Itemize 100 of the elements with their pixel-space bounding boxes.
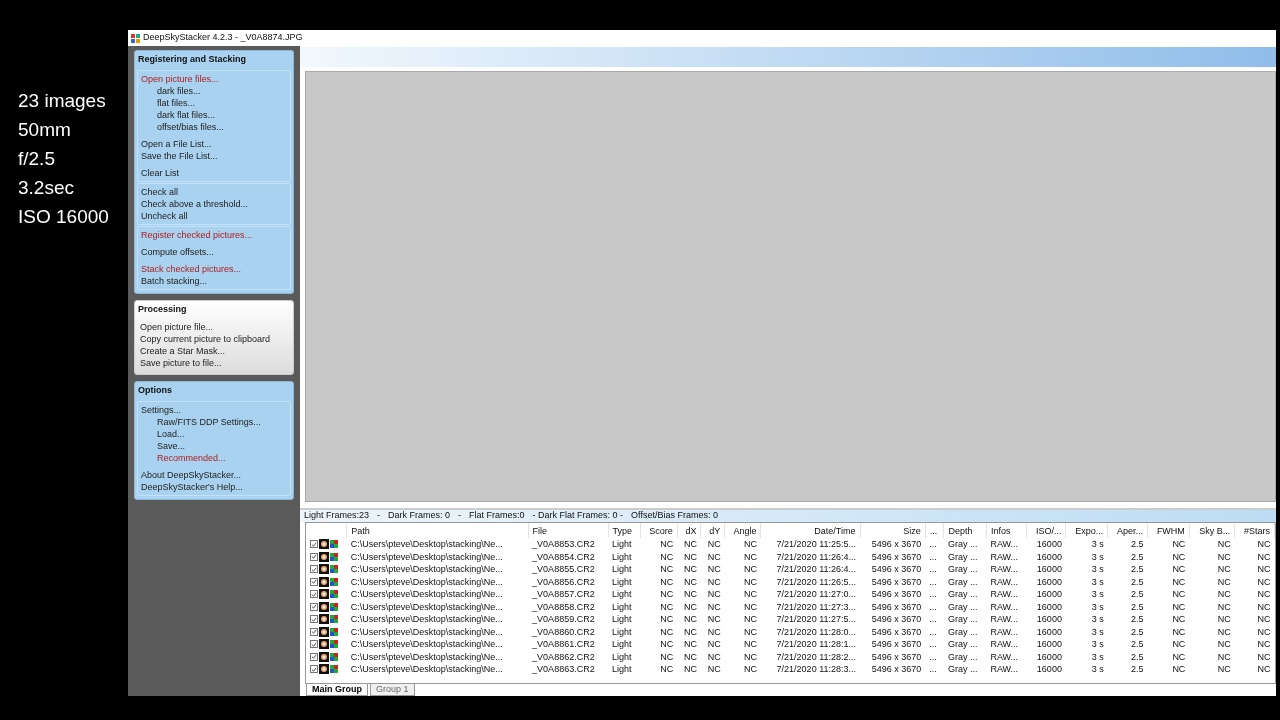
menu-link[interactable]: Save the File List... bbox=[141, 149, 218, 162]
group-tab[interactable]: Main Group bbox=[306, 684, 368, 696]
row-checkbox[interactable] bbox=[310, 640, 318, 649]
table-cell-text: 5496 x 3670 bbox=[870, 563, 923, 576]
column-header[interactable]: Infos bbox=[986, 523, 1027, 538]
star-thumbnail-icon bbox=[319, 614, 329, 625]
table-cell-text: 3 s bbox=[1090, 575, 1105, 588]
menu-link[interactable]: Raw/FITS DDP Settings... bbox=[157, 415, 261, 428]
column-header[interactable]: File bbox=[528, 523, 608, 538]
column-header[interactable]: dX bbox=[677, 523, 701, 538]
row-checkbox[interactable] bbox=[310, 652, 318, 661]
menu-link[interactable]: Register checked pictures... bbox=[141, 228, 253, 241]
row-checkbox[interactable] bbox=[310, 540, 318, 549]
table-cell-text: 2.5 bbox=[1129, 638, 1145, 651]
menu-link[interactable]: Open picture files... bbox=[141, 72, 219, 85]
menu-link[interactable]: offset/bias files... bbox=[157, 120, 224, 133]
menu-link[interactable]: Load... bbox=[157, 427, 185, 440]
column-header[interactable]: ... bbox=[925, 523, 944, 538]
menu-link[interactable]: Open picture file... bbox=[140, 321, 214, 333]
row-checkbox[interactable] bbox=[310, 665, 318, 674]
panel-title: Options bbox=[137, 384, 173, 397]
row-checkbox[interactable] bbox=[310, 615, 318, 624]
column-header[interactable]: #Stars bbox=[1234, 523, 1275, 538]
column-header[interactable]: Expo... bbox=[1065, 523, 1108, 538]
menu-link[interactable]: Copy current picture to clipboard bbox=[140, 333, 271, 345]
menu-link[interactable]: Clear List bbox=[141, 166, 179, 179]
menu-link[interactable]: About DeepSkyStacker... bbox=[141, 468, 242, 481]
menu-link[interactable]: Batch stacking... bbox=[141, 274, 208, 287]
menu-link[interactable]: dark flat files... bbox=[157, 108, 216, 121]
table-cell-text: NC bbox=[706, 625, 722, 638]
menu-link[interactable]: DeepSkyStacker's Help... bbox=[141, 480, 243, 493]
table-cell-text: Light bbox=[611, 575, 633, 588]
column-header[interactable]: ISO/... bbox=[1026, 523, 1066, 538]
column-header[interactable]: Sky B... bbox=[1189, 523, 1235, 538]
column-header[interactable]: Score bbox=[640, 523, 678, 538]
column-header[interactable]: Type bbox=[608, 523, 641, 538]
table-cell-text: NC bbox=[706, 663, 722, 676]
table-cell-text: Gray ... bbox=[946, 550, 979, 563]
column-header[interactable]: Aper... bbox=[1107, 523, 1148, 538]
color-blocks-icon bbox=[330, 615, 338, 624]
row-checkbox[interactable] bbox=[310, 602, 318, 611]
row-checkbox[interactable] bbox=[310, 552, 318, 561]
menu-link[interactable]: Stack checked pictures... bbox=[141, 262, 242, 275]
star-thumbnail-icon bbox=[319, 626, 329, 637]
menu-link[interactable]: Check all bbox=[141, 185, 178, 198]
table-cell-text: NC bbox=[743, 638, 758, 651]
table-cell: NC bbox=[1234, 538, 1275, 551]
table-cell-text: Light bbox=[611, 663, 633, 676]
table-cell-text: NC bbox=[706, 550, 722, 563]
color-blocks-icon bbox=[330, 552, 338, 561]
row-checkbox[interactable] bbox=[310, 590, 318, 599]
menu-link[interactable]: Settings... bbox=[141, 403, 182, 416]
status-text: Light Frames:23 bbox=[304, 509, 370, 523]
table-cell-text: NC bbox=[659, 663, 675, 676]
table-cell-text: C:\Users\pteve\Desktop\stacking\Ne... bbox=[349, 563, 504, 576]
table-cell: NC bbox=[724, 538, 761, 551]
table-cell: 16000 bbox=[1026, 538, 1066, 551]
group-tab[interactable]: Group 1 bbox=[370, 684, 415, 696]
row-checkbox[interactable] bbox=[310, 627, 318, 636]
table-cell-text: 2.5 bbox=[1129, 613, 1145, 626]
table-cell-text: Light bbox=[611, 563, 633, 576]
column-header[interactable]: Angle bbox=[724, 523, 761, 538]
column-header[interactable]: FWHM bbox=[1147, 523, 1190, 538]
table-cell-text: 7/21/2020 11:27:3... bbox=[775, 600, 857, 613]
column-header[interactable]: dY bbox=[700, 523, 725, 538]
table-cell: NC bbox=[700, 538, 725, 551]
menu-link[interactable]: Save picture to file... bbox=[140, 357, 222, 369]
menu-link[interactable]: Uncheck all bbox=[141, 209, 188, 222]
menu-link[interactable]: Open a File List... bbox=[141, 137, 212, 150]
menu-link[interactable]: Save... bbox=[157, 439, 185, 452]
column-header[interactable]: Path bbox=[346, 523, 529, 538]
table-cell-text: NC bbox=[1171, 575, 1187, 588]
menu-link[interactable]: Compute offsets... bbox=[141, 245, 214, 258]
star-thumbnail-icon bbox=[319, 564, 329, 575]
star-thumbnail-icon bbox=[319, 551, 329, 562]
table-cell-text: NC bbox=[1171, 663, 1187, 676]
table-cell-text: NC bbox=[682, 625, 698, 638]
menu-link[interactable]: Recommended... bbox=[157, 451, 226, 464]
column-header[interactable]: Date/Time bbox=[761, 523, 860, 538]
table-cell-text: NC bbox=[659, 638, 675, 651]
table-cell-text: 2.5 bbox=[1129, 575, 1145, 588]
table-cell-text: NC bbox=[743, 650, 758, 663]
menu-link[interactable]: Check above a threshold... bbox=[141, 197, 249, 210]
table-cell-text: Gray ... bbox=[946, 650, 979, 663]
table-cell-text: 7/21/2020 11:26:5... bbox=[775, 575, 857, 588]
table-cell-text: 2.5 bbox=[1129, 588, 1145, 601]
row-checkbox[interactable] bbox=[310, 577, 318, 586]
menu-link[interactable]: dark files... bbox=[157, 84, 201, 97]
table-cell: C:\Users\pteve\Desktop\stacking\Ne... bbox=[346, 538, 529, 551]
color-blocks-icon bbox=[330, 602, 338, 611]
table-cell-text: 3 s bbox=[1090, 563, 1105, 576]
table-cell-text: C:\Users\pteve\Desktop\stacking\Ne... bbox=[349, 613, 504, 626]
table-cell-text: C:\Users\pteve\Desktop\stacking\Ne... bbox=[349, 588, 504, 601]
table-cell-text: C:\Users\pteve\Desktop\stacking\Ne... bbox=[349, 550, 504, 563]
menu-link[interactable]: Create a Star Mask... bbox=[140, 345, 226, 357]
menu-link[interactable]: flat files... bbox=[157, 96, 195, 109]
row-checkbox[interactable] bbox=[310, 565, 318, 574]
table-cell-text: Gray ... bbox=[946, 563, 979, 576]
column-header[interactable]: Depth bbox=[943, 523, 987, 538]
column-header[interactable]: Size bbox=[860, 523, 926, 538]
